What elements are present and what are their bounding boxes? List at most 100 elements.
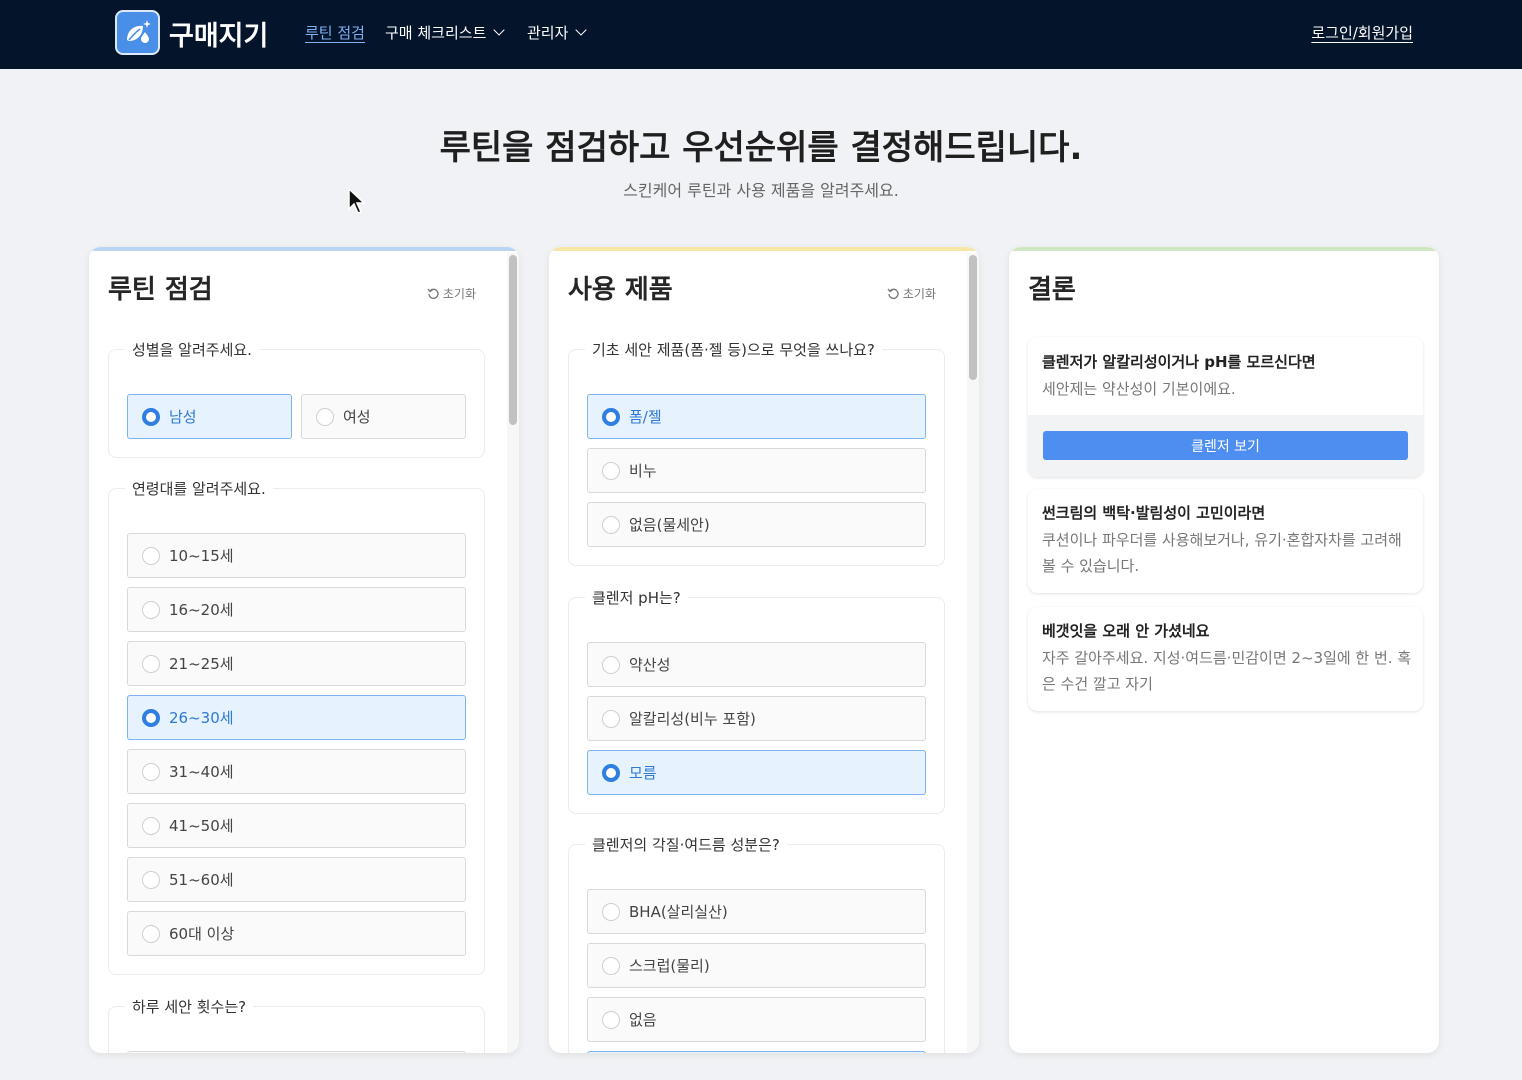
products-panel: 사용 제품 초기화 기초 세안 제품(폼·젤 등)으로 무엇을 쓰나요? 폼/젤… bbox=[549, 247, 979, 1053]
age-option[interactable]: 10~15세 bbox=[127, 533, 466, 578]
radio-icon bbox=[602, 656, 620, 674]
option-label: 비누 bbox=[629, 462, 657, 480]
age-option[interactable]: 31~40세 bbox=[127, 749, 466, 794]
cleanser-type-option[interactable]: 비누 bbox=[587, 448, 926, 493]
age-option[interactable]: 21~25세 bbox=[127, 641, 466, 686]
routine-scrollbar[interactable] bbox=[507, 253, 519, 1053]
nav-admin-label: 관리자 bbox=[527, 24, 569, 42]
option-label: 41~50세 bbox=[169, 817, 234, 835]
option-label: 없음(물세안) bbox=[629, 516, 710, 534]
ingredients-question: 클렌저의 각질·여드름 성분은? BHA(살리실산) 스크럽(물리) 없음 bbox=[568, 834, 945, 1053]
cleanser-type-question: 기초 세안 제품(폼·젤 등)으로 무엇을 쓰나요? 폼/젤 비누 없음(물세안… bbox=[568, 339, 945, 566]
radio-icon bbox=[602, 516, 620, 534]
cleanser-type-option[interactable]: 폼/젤 bbox=[587, 394, 926, 439]
card-body: 자주 갈아주세요. 지성·여드름·민감이면 2~3일에 한 번. 혹은 수건 깔… bbox=[1042, 649, 1412, 693]
radio-icon bbox=[602, 764, 620, 782]
conclusion-card: 베갯잇을 오래 안 가셨네요 자주 갈아주세요. 지성·여드름·민감이면 2~3… bbox=[1028, 607, 1423, 711]
wash-count-option[interactable] bbox=[127, 1051, 466, 1053]
reset-icon bbox=[887, 288, 899, 299]
scrollbar-thumb[interactable] bbox=[969, 255, 977, 380]
routine-panel: 루틴 점검 초기화 성별을 알려주세요. 남성 여성 연령대를 알려주세요. 1… bbox=[89, 247, 519, 1053]
radio-icon bbox=[142, 817, 160, 835]
option-label: 스크럽(물리) bbox=[629, 957, 710, 975]
wash-count-question-label: 하루 세안 횟수는? bbox=[125, 996, 254, 1017]
routine-reset-button[interactable]: 초기화 bbox=[427, 285, 476, 302]
view-cleanser-button[interactable]: 클렌저 보기 bbox=[1043, 431, 1408, 460]
age-option[interactable]: 16~20세 bbox=[127, 587, 466, 632]
conclusion-panel-title: 결론 bbox=[1028, 275, 1076, 305]
ph-option[interactable]: 알칼리성(비누 포함) bbox=[587, 696, 926, 741]
panel-accent-stripe bbox=[89, 247, 519, 251]
option-label: 알칼리성(비누 포함) bbox=[629, 710, 756, 728]
radio-icon bbox=[602, 957, 620, 975]
ingredients-option[interactable]: BHA(살리실산) bbox=[587, 889, 926, 934]
radio-icon bbox=[316, 408, 334, 426]
reset-label: 초기화 bbox=[902, 287, 936, 301]
option-label: 약산성 bbox=[629, 656, 671, 674]
products-scrollbar[interactable] bbox=[967, 253, 979, 1053]
gender-option-male[interactable]: 남성 bbox=[127, 394, 292, 439]
radio-icon bbox=[142, 601, 160, 619]
option-label: 51~60세 bbox=[169, 871, 234, 889]
card-body: 세안제는 약산성이 기본이에요. bbox=[1042, 380, 1236, 398]
logo[interactable] bbox=[115, 10, 160, 55]
conclusion-card: 클렌저가 알칼리성이거나 pH를 모르신다면 세안제는 약산성이 기본이에요. … bbox=[1028, 337, 1423, 477]
conclusion-panel: 결론 클렌저가 알칼리성이거나 pH를 모르신다면 세안제는 약산성이 기본이에… bbox=[1009, 247, 1439, 1053]
ph-option[interactable]: 약산성 bbox=[587, 642, 926, 687]
age-option[interactable]: 41~50세 bbox=[127, 803, 466, 848]
mouse-cursor-icon bbox=[348, 187, 366, 214]
reset-label: 초기화 bbox=[442, 287, 476, 301]
gender-question-label: 성별을 알려주세요. bbox=[125, 339, 259, 360]
scrollbar-thumb[interactable] bbox=[509, 255, 517, 425]
radio-icon bbox=[602, 462, 620, 480]
login-signup-link[interactable]: 로그인/회원가입 bbox=[1311, 22, 1413, 43]
ph-option[interactable]: 모름 bbox=[587, 750, 926, 795]
option-label: 21~25세 bbox=[169, 655, 234, 673]
radio-icon bbox=[142, 871, 160, 889]
top-nav: 구매지기 루틴 점검 구매 체크리스트 관리자 로그인/회원가입 bbox=[0, 0, 1522, 69]
brand-name[interactable]: 구매지기 bbox=[169, 14, 268, 53]
option-label: 60대 이상 bbox=[169, 925, 235, 943]
age-question: 연령대를 알려주세요. 10~15세 16~20세 21~25세 26~30세 … bbox=[108, 478, 485, 975]
radio-icon bbox=[142, 925, 160, 943]
cleanser-type-option[interactable]: 없음(물세안) bbox=[587, 502, 926, 547]
ingredients-option[interactable] bbox=[587, 1051, 926, 1053]
option-label: 여성 bbox=[343, 408, 371, 426]
nav-admin[interactable]: 관리자 bbox=[527, 22, 588, 43]
radio-icon bbox=[602, 1011, 620, 1029]
card-action-area: 클렌저 보기 bbox=[1028, 415, 1423, 477]
age-option[interactable]: 51~60세 bbox=[127, 857, 466, 902]
ingredients-option[interactable]: 스크럽(물리) bbox=[587, 943, 926, 988]
radio-icon bbox=[142, 655, 160, 673]
nav-routine-check-label: 루틴 점검 bbox=[305, 24, 365, 42]
radio-icon bbox=[142, 408, 160, 426]
gender-question: 성별을 알려주세요. 남성 여성 bbox=[108, 339, 485, 458]
chevron-down-icon bbox=[575, 24, 588, 36]
age-option[interactable]: 26~30세 bbox=[127, 695, 466, 740]
radio-icon bbox=[142, 763, 160, 781]
age-option[interactable]: 60대 이상 bbox=[127, 911, 466, 956]
radio-icon bbox=[142, 547, 160, 565]
products-reset-button[interactable]: 초기화 bbox=[887, 285, 936, 302]
routine-panel-title: 루틴 점검 bbox=[108, 275, 213, 305]
reset-icon bbox=[427, 288, 439, 299]
card-title: 썬크림의 백탁·발림성이 고민이라면 bbox=[1042, 504, 1266, 522]
option-label: 폼/젤 bbox=[629, 408, 662, 426]
radio-icon bbox=[142, 709, 160, 727]
option-label: 10~15세 bbox=[169, 547, 234, 565]
card-title: 베갯잇을 오래 안 가셨네요 bbox=[1042, 622, 1210, 640]
option-label: 없음 bbox=[629, 1011, 657, 1029]
card-body: 쿠션이나 파우더를 사용해보거나, 유기·혼합자차를 고려해볼 수 있습니다. bbox=[1042, 531, 1402, 575]
panel-accent-stripe bbox=[549, 247, 979, 251]
option-label: 16~20세 bbox=[169, 601, 234, 619]
radio-icon bbox=[602, 710, 620, 728]
nav-routine-check[interactable]: 루틴 점검 bbox=[305, 22, 365, 43]
nav-purchase-checklist[interactable]: 구매 체크리스트 bbox=[385, 22, 506, 43]
ingredients-option[interactable]: 없음 bbox=[587, 997, 926, 1042]
option-label: 남성 bbox=[169, 408, 197, 426]
chevron-down-icon bbox=[493, 24, 506, 36]
option-label: 26~30세 bbox=[169, 709, 234, 727]
card-title: 클렌저가 알칼리성이거나 pH를 모르신다면 bbox=[1042, 353, 1316, 371]
wash-count-question: 하루 세안 횟수는? bbox=[108, 996, 485, 1053]
gender-option-female[interactable]: 여성 bbox=[301, 394, 466, 439]
